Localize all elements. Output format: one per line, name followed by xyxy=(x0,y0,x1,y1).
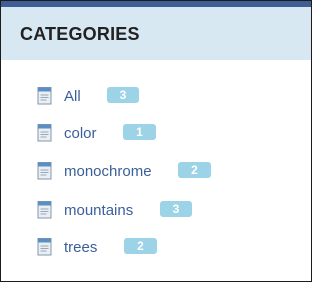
category-link-color[interactable]: color xyxy=(64,125,97,143)
document-icon xyxy=(37,201,52,219)
category-link-all[interactable]: All xyxy=(64,88,81,106)
category-count-badge: 2 xyxy=(178,162,211,178)
category-count-badge: 3 xyxy=(160,201,192,217)
widget-title: CATEGORIES xyxy=(20,24,140,44)
category-count-badge: 3 xyxy=(107,87,139,103)
document-icon xyxy=(37,124,52,142)
document-icon xyxy=(37,162,52,180)
category-count-badge: 1 xyxy=(123,124,156,140)
category-link-mountains[interactable]: mountains xyxy=(64,202,133,220)
category-link-trees[interactable]: trees xyxy=(64,239,97,257)
categories-widget: CATEGORIES All 3 color 1 monochrome 2 mo… xyxy=(0,0,312,282)
category-link-monochrome[interactable]: monochrome xyxy=(64,163,152,181)
widget-header: CATEGORIES xyxy=(1,7,311,60)
category-count-badge: 2 xyxy=(124,238,157,254)
document-icon xyxy=(37,87,52,105)
document-icon xyxy=(37,238,52,256)
